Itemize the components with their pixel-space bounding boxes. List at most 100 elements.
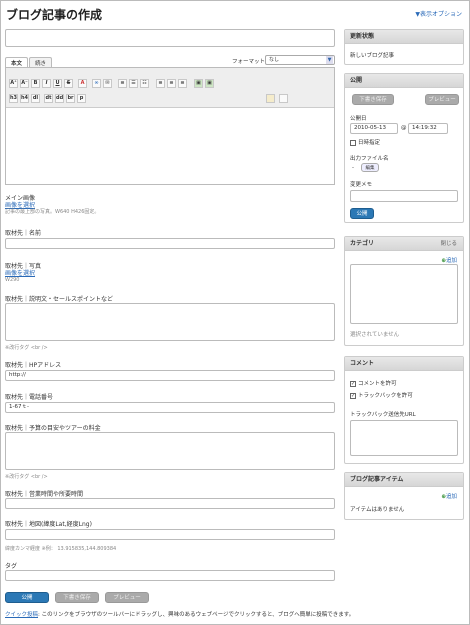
items-empty-text: アイテムはありません	[350, 507, 405, 513]
tags-label: タグ	[5, 563, 18, 570]
h3-button[interactable]: h3	[9, 94, 18, 103]
category-list[interactable]	[350, 264, 458, 324]
publish-date-input[interactable]: 2010-05-13	[350, 123, 398, 134]
at-label: @	[401, 125, 407, 131]
budget-textarea[interactable]	[5, 432, 335, 470]
category-add-link[interactable]: ⊕追加	[441, 256, 457, 264]
dl-button[interactable]: dl	[31, 94, 40, 103]
p-button[interactable]: p	[77, 94, 86, 103]
hp-label: 取材先｜HPアドレス	[5, 362, 62, 369]
file-edit-button[interactable]: 編集	[361, 163, 379, 172]
time-specify-checkbox[interactable]	[350, 139, 356, 146]
h4-button[interactable]: h4	[20, 94, 29, 103]
publish-box: 公開 下書き保存 プレビュー 公開日 2010-05-13 @ 14:19:32…	[344, 73, 464, 223]
allow-comments-checkbox[interactable]: ✓	[350, 380, 356, 387]
budget-note: ※改行タグ <br />	[5, 474, 48, 480]
tab-body[interactable]: 本文	[5, 57, 29, 67]
publish-time-input[interactable]: 14:19:32	[408, 123, 448, 134]
rich-text-editor: A⁺ A⁻ B I U S A ∞ ✉ ≡ ☰ ☷ ≡ ≡ ≡ ▣ ▣ h3 h…	[5, 67, 335, 185]
preview-button[interactable]: プレビュー	[105, 592, 149, 603]
items-title: ブログ記事アイテム	[345, 473, 463, 487]
link-icon[interactable]: ∞	[92, 79, 101, 88]
allow-trackbacks-checkbox[interactable]: ✓	[350, 392, 356, 399]
insert-image-icon[interactable]: ▣	[194, 79, 203, 88]
footer-description: : このリンクをブラウザのツールバーにドラッグし、興味のあるウェブページでクリッ…	[38, 612, 355, 618]
br-button[interactable]: br	[66, 94, 75, 103]
dt-button[interactable]: dt	[44, 94, 53, 103]
main-image-note: 記事の最上部の写真。W640 H426固定。	[5, 209, 100, 215]
align-left-button[interactable]: ≡	[156, 79, 165, 88]
tags-input[interactable]	[5, 570, 335, 581]
category-title: カテゴリ	[350, 240, 375, 247]
trackback-url-label: トラックバック送信先URL	[350, 412, 416, 418]
hours-label: 取材先｜営業時間や所要時間	[5, 491, 84, 498]
status-box: 更新状態 新しいブログ記事	[344, 29, 464, 65]
photo-select-link[interactable]: 画像を選択	[5, 268, 35, 277]
text-color-button[interactable]: A	[78, 79, 87, 88]
desc-textarea[interactable]	[5, 303, 335, 341]
bold-button[interactable]: B	[31, 79, 40, 88]
preview-mode-icon[interactable]	[279, 94, 288, 103]
map-label: 取材先｜地図(緯度Lat,経度Lng)	[5, 521, 92, 528]
hp-input[interactable]: http://	[5, 370, 335, 381]
budget-label: 取材先｜予算の目安やツアーの料金	[5, 425, 101, 432]
indent-button[interactable]: ≡	[118, 79, 127, 88]
memo-label: 変更メモ	[350, 182, 373, 188]
memo-input[interactable]	[350, 190, 458, 202]
comment-box: コメント ✓ コメントを許可 ✓ トラックバックを許可 トラックバック送信先URL	[344, 356, 464, 464]
hours-input[interactable]	[5, 498, 335, 509]
display-options-link[interactable]: ▼表示オプション	[415, 9, 462, 18]
publish-date-label: 公開日	[350, 116, 367, 122]
font-smaller-button[interactable]: A⁻	[20, 79, 29, 88]
trackback-url-textarea[interactable]	[350, 420, 458, 456]
editor-tabs: 本文 続き	[5, 57, 53, 67]
tel-input[interactable]: 1-67ｔ-	[5, 402, 335, 413]
items-add-link[interactable]: ⊕追加	[441, 492, 457, 500]
allow-trackbacks-toggle[interactable]: ✓ トラックバックを許可	[350, 391, 413, 399]
file-name-value: -	[352, 165, 354, 171]
align-right-button[interactable]: ≡	[178, 79, 187, 88]
publish-button[interactable]: 公開	[5, 592, 49, 603]
editor-body[interactable]	[6, 108, 334, 184]
quick-post-link[interactable]: クイック投稿	[5, 612, 38, 618]
allow-trackbacks-label: トラックバックを許可	[358, 393, 413, 399]
desc-label: 取材先｜説明文・セールスポイントなど	[5, 296, 114, 303]
sidebar-preview-button[interactable]: プレビュー	[425, 94, 459, 105]
time-specify-toggle[interactable]: 日時指定	[350, 138, 380, 146]
map-note: 緯度カンマ経度 ※例： 13.915835,144.809384	[5, 546, 117, 552]
insert-file-icon[interactable]: ▣	[205, 79, 214, 88]
name-label: 取材先｜名前	[5, 230, 42, 237]
footer-text: クイック投稿: このリンクをブラウザのツールバーにドラッグし、興味のあるウェブペ…	[5, 610, 354, 618]
category-box: カテゴリ 閉じる ⊕追加 選択されていません	[344, 236, 464, 346]
align-center-button[interactable]: ≡	[167, 79, 176, 88]
draft-button[interactable]: 下書き保存	[55, 592, 99, 603]
category-close-link[interactable]: 閉じる	[440, 237, 457, 251]
numbered-list-button[interactable]: ☷	[140, 79, 149, 88]
underline-button[interactable]: U	[53, 79, 62, 88]
email-link-icon[interactable]: ✉	[103, 79, 112, 88]
dd-button[interactable]: dd	[55, 94, 64, 103]
italic-button[interactable]: I	[42, 79, 51, 88]
category-header: カテゴリ 閉じる	[345, 237, 463, 251]
sidebar-draft-button[interactable]: 下書き保存	[352, 94, 394, 105]
status-title: 更新状態	[345, 30, 463, 44]
items-box: ブログ記事アイテム ⊕追加 アイテムはありません	[344, 472, 464, 520]
name-input[interactable]	[5, 238, 335, 249]
font-larger-button[interactable]: A⁺	[9, 79, 18, 88]
map-input[interactable]	[5, 529, 335, 540]
status-value: 新しいブログ記事	[350, 53, 395, 59]
allow-comments-toggle[interactable]: ✓ コメントを許可	[350, 379, 397, 387]
format-select[interactable]: なし ▼	[265, 55, 335, 65]
source-mode-icon[interactable]	[266, 94, 275, 103]
bullet-list-button[interactable]: ☰	[129, 79, 138, 88]
format-value: なし	[269, 57, 280, 63]
tab-more[interactable]: 続き	[29, 57, 53, 67]
strike-button[interactable]: S	[64, 79, 73, 88]
desc-note: ※改行タグ <br />	[5, 345, 48, 351]
sidebar-publish-button[interactable]: 公開	[350, 208, 374, 219]
entry-title-input[interactable]	[5, 29, 335, 47]
photo-note: W290	[5, 277, 20, 283]
chevron-down-icon: ▼	[326, 56, 333, 64]
file-name-label: 出力ファイル名	[350, 156, 389, 162]
page-title: ブログ記事の作成	[6, 8, 103, 22]
